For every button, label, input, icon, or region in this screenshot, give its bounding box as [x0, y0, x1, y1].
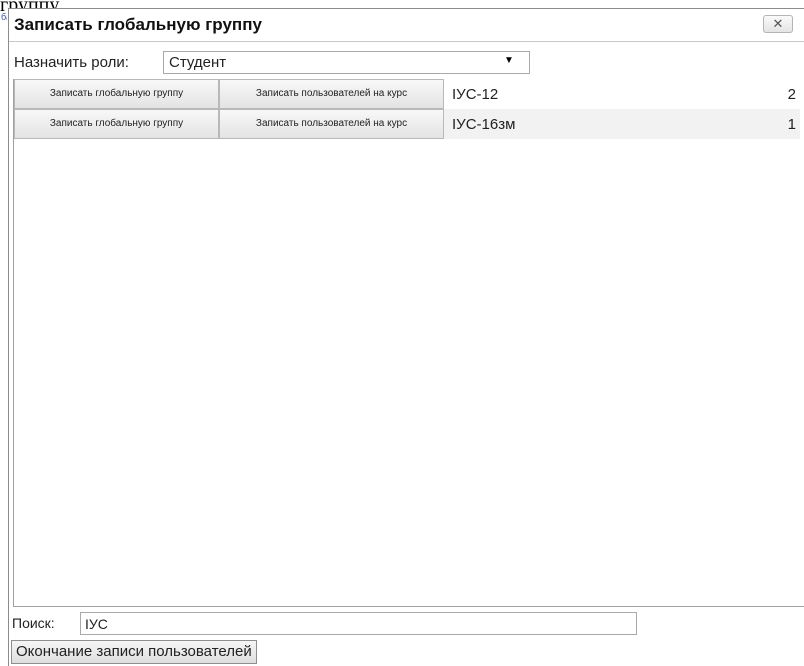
group-member-count: 1: [787, 116, 796, 133]
close-icon: ✕: [772, 16, 784, 31]
role-select[interactable]: Студент ▼: [163, 51, 530, 74]
dialog-titlebar: Записать глобальную группу ✕: [9, 9, 804, 42]
group-member-count: 2: [787, 86, 796, 103]
enrol-global-group-button[interactable]: Записать глобальную группу: [14, 109, 219, 139]
enrol-users-button[interactable]: Записать пользователей на курс: [219, 109, 444, 139]
finish-enrolment-button[interactable]: Окончание записи пользователей: [11, 640, 257, 664]
dialog-title: Записать глобальную группу: [14, 15, 262, 34]
dropdown-arrow-icon: ▼: [504, 55, 514, 66]
enrol-users-button[interactable]: Записать пользователей на курс: [219, 79, 444, 109]
role-select-value: Студент: [169, 54, 227, 71]
enrol-global-group-button[interactable]: Записать глобальную группу: [14, 79, 219, 109]
enrol-global-group-dialog: Записать глобальную группу ✕ Назначить р…: [8, 8, 804, 666]
group-row: Записать глобальную группу Записать поль…: [14, 79, 800, 109]
group-name: IУС-12: [452, 86, 499, 103]
background-page-links: ба: [1, 12, 7, 22]
group-name: IУС-16зм: [452, 116, 516, 133]
search-label: Поиск:: [12, 615, 55, 631]
assign-role-label: Назначить роли:: [14, 54, 129, 71]
group-row: Записать глобальную группу Записать поль…: [14, 109, 800, 139]
group-list: Записать глобальную группу Записать поль…: [13, 79, 804, 607]
search-input[interactable]: [80, 612, 637, 635]
close-button[interactable]: ✕: [763, 15, 793, 33]
